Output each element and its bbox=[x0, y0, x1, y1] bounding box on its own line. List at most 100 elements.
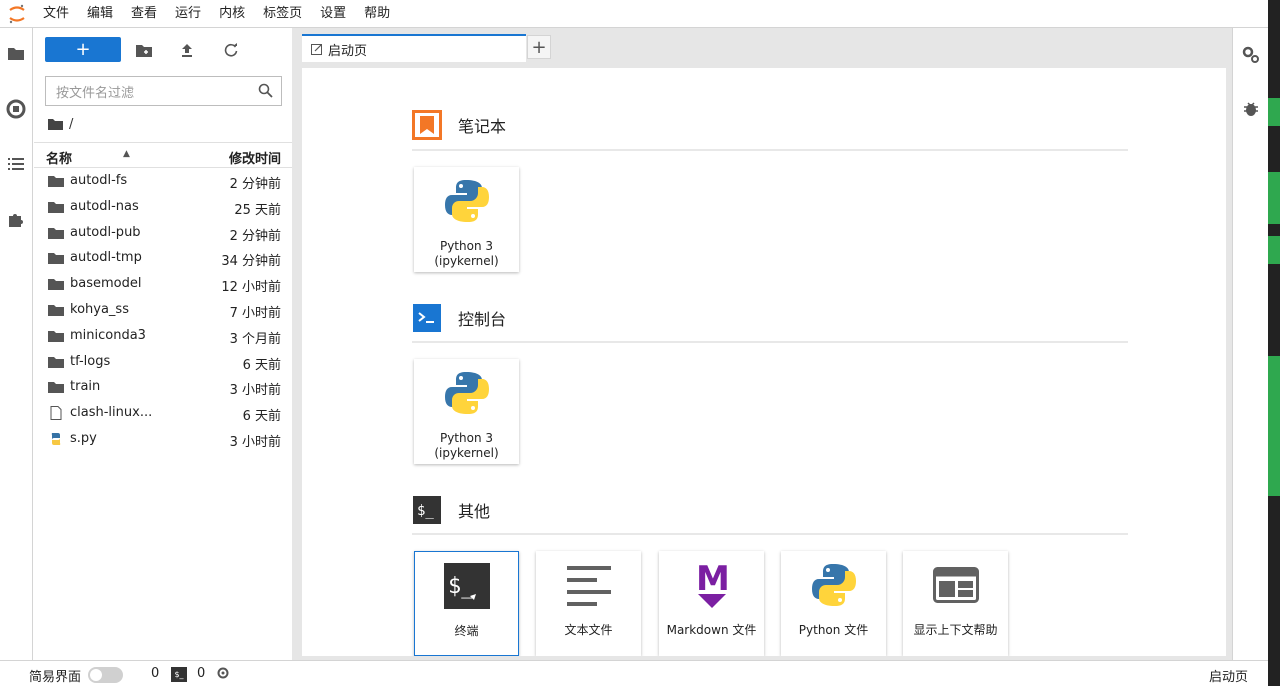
folder-icon bbox=[48, 382, 64, 394]
new-folder-icon[interactable] bbox=[133, 39, 155, 61]
svg-text:$_: $_ bbox=[417, 503, 434, 519]
section-divider bbox=[412, 533, 1128, 535]
console-python3-card[interactable]: Python 3 (ipykernel) bbox=[414, 359, 519, 464]
notebook-section-icon bbox=[412, 110, 442, 140]
folder-icon bbox=[48, 279, 64, 291]
menu-kernel[interactable]: 内核 bbox=[210, 0, 254, 28]
status-bar: 简易界面 0 $_ 0 启动页 bbox=[0, 660, 1268, 686]
file-row[interactable]: s.py 3 小时前 bbox=[34, 426, 292, 452]
current-activity-label: 启动页 bbox=[1208, 670, 1248, 685]
file-row[interactable]: train 3 小时前 bbox=[34, 374, 292, 400]
extension-puzzle-icon[interactable] bbox=[4, 207, 28, 231]
file-name: tf-logs bbox=[70, 353, 111, 369]
file-row[interactable]: autodl-nas 25 天前 bbox=[34, 194, 292, 220]
file-name: kohya_ss bbox=[70, 301, 129, 317]
file-modified: 3 小时前 bbox=[229, 383, 281, 399]
section-console: 控制台 bbox=[412, 303, 506, 333]
menu-view[interactable]: 查看 bbox=[122, 0, 166, 28]
menu-tabs[interactable]: 标签页 bbox=[254, 0, 311, 28]
terminal-count[interactable]: 0 bbox=[197, 666, 205, 681]
column-name-header[interactable]: 名称 bbox=[46, 148, 72, 167]
svg-text:M: M bbox=[696, 560, 729, 599]
file-row[interactable]: autodl-pub 2 分钟前 bbox=[34, 220, 292, 246]
file-icon bbox=[50, 406, 62, 421]
property-inspector-gears-icon[interactable] bbox=[1241, 45, 1261, 69]
file-name: autodl-tmp bbox=[70, 250, 142, 266]
file-row[interactable]: miniconda3 3 个月前 bbox=[34, 323, 292, 349]
file-modified: 6 天前 bbox=[242, 357, 281, 373]
sort-ascending-icon[interactable]: ▲ bbox=[123, 149, 130, 159]
upload-icon[interactable] bbox=[176, 39, 198, 61]
folder-icon bbox=[48, 356, 64, 368]
section-divider bbox=[412, 149, 1128, 151]
menu-run[interactable]: 运行 bbox=[166, 0, 210, 28]
tab-launcher[interactable]: 启动页 bbox=[302, 34, 526, 62]
menu-edit[interactable]: 编辑 bbox=[78, 0, 122, 28]
filter-placeholder: 按文件名过滤 bbox=[56, 85, 135, 101]
menu-settings[interactable]: 设置 bbox=[311, 0, 355, 28]
file-name: s.py bbox=[70, 430, 97, 446]
svg-text:$_: $_ bbox=[448, 574, 475, 599]
file-modified: 6 天前 bbox=[242, 409, 281, 425]
launcher-tab-icon bbox=[311, 44, 322, 55]
menu-file[interactable]: 文件 bbox=[34, 0, 78, 28]
kernel-count[interactable]: 0 bbox=[151, 666, 159, 681]
file-row[interactable]: basemodel 12 小时前 bbox=[34, 271, 292, 297]
table-of-contents-icon[interactable] bbox=[4, 152, 28, 176]
filter-input[interactable]: 按文件名过滤 bbox=[45, 76, 282, 106]
section-title-notebook: 笔记本 bbox=[458, 117, 507, 136]
file-row[interactable]: kohya_ss 7 小时前 bbox=[34, 297, 292, 323]
folder-icon bbox=[48, 330, 64, 342]
add-tab-button[interactable]: + bbox=[527, 35, 551, 59]
refresh-icon[interactable] bbox=[220, 39, 242, 61]
new-launcher-button[interactable]: + bbox=[45, 37, 121, 62]
terminal-card[interactable]: $_ 终端 bbox=[414, 551, 519, 656]
card-label: 终端 bbox=[454, 624, 479, 638]
folder-icon[interactable] bbox=[4, 41, 28, 65]
file-name: clash-linux... bbox=[70, 405, 153, 421]
menu-help[interactable]: 帮助 bbox=[355, 0, 399, 28]
other-section-icon: $_ bbox=[412, 495, 442, 525]
file-row[interactable]: autodl-tmp 34 分钟前 bbox=[34, 245, 292, 271]
breadcrumb-path: / bbox=[69, 116, 74, 132]
contextual-help-card[interactable]: 显示上下文帮助 bbox=[903, 551, 1008, 656]
text-file-card[interactable]: 文本文件 bbox=[536, 551, 641, 656]
file-modified: 2 分钟前 bbox=[229, 177, 281, 192]
simple-mode-toggle[interactable] bbox=[88, 667, 123, 683]
file-row[interactable]: autodl-fs 2 分钟前 bbox=[34, 168, 292, 194]
tab-label: 启动页 bbox=[328, 43, 368, 59]
column-modified-header[interactable]: 修改时间 bbox=[229, 148, 281, 167]
file-name: basemodel bbox=[70, 276, 142, 292]
file-row[interactable]: tf-logs 6 天前 bbox=[34, 349, 292, 375]
file-list: autodl-fs 2 分钟前 autodl-nas 25 天前 autodl-… bbox=[34, 168, 292, 452]
file-modified: 3 个月前 bbox=[229, 331, 281, 347]
markdown-icon: M bbox=[683, 559, 741, 611]
notebook-python3-card[interactable]: Python 3 (ipykernel) bbox=[414, 167, 519, 272]
console-section-icon bbox=[412, 303, 442, 333]
file-name: autodl-fs bbox=[70, 173, 128, 188]
kernel-gear-icon[interactable] bbox=[216, 666, 230, 684]
launcher: 笔记本 Python 3 (ipykernel) 控制台 Python 3 (i… bbox=[302, 68, 1226, 656]
python-logo-icon bbox=[805, 559, 863, 611]
running-icon[interactable] bbox=[4, 97, 28, 121]
file-browser-toolbar: + bbox=[34, 36, 292, 64]
breadcrumb[interactable]: / bbox=[48, 115, 73, 133]
main-area: 启动页 + 笔记本 Python 3 (ipykernel) 控制台 Pytho… bbox=[301, 28, 1232, 660]
terminal-status-icon[interactable]: $_ bbox=[171, 667, 187, 682]
file-row[interactable]: clash-linux... 6 天前 bbox=[34, 400, 292, 426]
python-file-card[interactable]: Python 文件 bbox=[781, 551, 886, 656]
card-label: Python 文件 bbox=[798, 623, 869, 637]
left-sidebar bbox=[0, 28, 33, 660]
text-file-icon bbox=[560, 559, 618, 611]
panel-splitter[interactable] bbox=[292, 28, 301, 660]
background-window-strip bbox=[1268, 0, 1280, 686]
jupyter-logo-icon[interactable] bbox=[0, 0, 34, 28]
folder-icon bbox=[48, 119, 63, 130]
markdown-file-card[interactable]: M Markdown 文件 bbox=[659, 551, 764, 656]
debugger-bug-icon[interactable] bbox=[1242, 100, 1260, 122]
folder-icon bbox=[48, 176, 64, 187]
section-title-console: 控制台 bbox=[458, 310, 507, 329]
card-label: 显示上下文帮助 bbox=[913, 623, 998, 637]
file-modified: 12 小时前 bbox=[221, 280, 281, 296]
search-icon bbox=[258, 83, 273, 102]
